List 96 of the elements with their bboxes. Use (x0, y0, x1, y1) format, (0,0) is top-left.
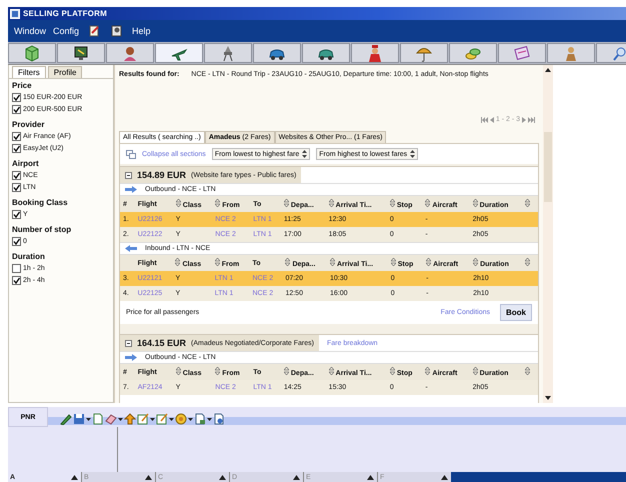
right-arrow-icon (125, 186, 137, 193)
sort-icon[interactable] (524, 258, 530, 266)
note-icon[interactable] (156, 413, 168, 425)
scroll-up-icon[interactable] (545, 68, 551, 72)
spinner-icon (302, 150, 308, 158)
coin-icon[interactable] (175, 413, 187, 425)
sort-icon[interactable] (176, 367, 181, 375)
next-page-icon[interactable] (522, 116, 526, 122)
up-arrow-icon[interactable] (71, 474, 78, 480)
sort-icon[interactable] (175, 258, 180, 266)
sort-icon[interactable] (176, 199, 181, 207)
note-icon[interactable] (137, 413, 149, 425)
sort-icon[interactable] (214, 258, 220, 266)
sort-icon[interactable] (425, 199, 430, 207)
toolbar-button[interactable] (57, 43, 105, 63)
caret-icon[interactable] (118, 418, 123, 420)
sort-icon[interactable] (473, 258, 478, 266)
up-arrow-icon[interactable] (219, 474, 226, 480)
sort-icon[interactable] (426, 258, 432, 266)
previous-page-icon[interactable] (490, 116, 494, 122)
sort-icon[interactable] (472, 367, 478, 375)
check-icon (13, 211, 20, 218)
checkbox[interactable] (12, 93, 21, 102)
spinner-icon (410, 150, 416, 158)
up-arrow-icon[interactable] (145, 474, 152, 480)
first-page-icon[interactable] (480, 116, 488, 122)
checkbox[interactable] (12, 276, 21, 285)
sort-icon[interactable] (215, 367, 220, 375)
sort-icon[interactable] (330, 258, 335, 266)
scrollbar[interactable] (543, 65, 553, 403)
caret-icon[interactable] (169, 418, 174, 420)
document-icon[interactable] (213, 413, 225, 425)
checkbox[interactable] (12, 171, 21, 180)
check-icon (13, 238, 20, 245)
sort-icon[interactable] (284, 199, 289, 207)
notepad-icon[interactable] (88, 25, 100, 37)
check-icon (13, 277, 20, 284)
up-arrow-icon[interactable] (367, 474, 374, 480)
caret-icon[interactable] (188, 418, 193, 420)
checkbox[interactable] (12, 132, 21, 141)
filter-heading: Duration (12, 252, 46, 261)
caret-icon[interactable] (207, 418, 212, 420)
left-arrow-icon (125, 245, 137, 252)
sort-icon[interactable] (215, 199, 220, 207)
panel-tab[interactable]: Filters (12, 66, 46, 78)
eraser-icon[interactable] (105, 413, 117, 425)
sort-icon[interactable] (328, 367, 334, 375)
document-icon[interactable] (92, 413, 104, 425)
pen-icon[interactable] (60, 413, 72, 425)
app-icon (10, 8, 20, 18)
collapse-icon[interactable] (125, 172, 132, 178)
right-arrow-icon (125, 354, 137, 361)
checkbox[interactable] (12, 264, 21, 273)
sort-icon[interactable] (328, 199, 334, 207)
sort-icon[interactable] (285, 258, 290, 266)
book-button[interactable]: Book (500, 304, 532, 321)
sort-icon[interactable] (425, 367, 430, 375)
filter-heading: Booking Class (12, 198, 69, 207)
window-title: SELLING PLATFORM (23, 9, 107, 18)
up-arrow-icon[interactable] (441, 474, 448, 480)
sort-icon[interactable] (390, 258, 396, 266)
menu-item[interactable]: Help (132, 26, 151, 36)
filter-heading: Airport (12, 159, 40, 168)
sort-icon[interactable] (524, 199, 530, 207)
filter-heading: Number of stop (12, 225, 72, 234)
caret-icon[interactable] (86, 418, 91, 420)
toolbar-button[interactable] (155, 43, 203, 63)
menu-item[interactable]: Config (53, 26, 80, 36)
document-icon[interactable] (194, 413, 206, 425)
scrollbar-thumb[interactable] (544, 132, 552, 202)
toolbar-button[interactable] (498, 43, 546, 63)
filter-heading: Price (12, 81, 33, 90)
caret-icon[interactable] (150, 418, 155, 420)
fare-price: 164.15 EUR (137, 338, 186, 348)
sort-icon[interactable] (472, 199, 478, 207)
sort-icon[interactable] (524, 367, 530, 375)
checkbox[interactable] (12, 105, 21, 114)
panel-tab[interactable]: Profile (48, 66, 82, 78)
save-icon[interactable] (73, 413, 85, 425)
sort-icon[interactable] (390, 367, 395, 375)
sort-icon[interactable] (390, 199, 395, 207)
menu-item[interactable]: Window (14, 26, 46, 36)
toolbar-button[interactable] (253, 43, 301, 63)
collapse-icon[interactable] (125, 340, 132, 346)
checkbox[interactable] (12, 210, 21, 219)
document-icon[interactable] (111, 25, 124, 37)
checkbox[interactable] (12, 144, 21, 153)
filter-heading: Provider (12, 120, 46, 129)
sort-icon[interactable] (284, 367, 289, 375)
up-arrow-icon[interactable] (293, 474, 300, 480)
last-page-icon[interactable] (528, 116, 535, 122)
checkbox[interactable] (12, 183, 21, 192)
checkbox[interactable] (12, 237, 21, 246)
toolbar-button[interactable] (302, 43, 350, 63)
scroll-down-icon[interactable] (545, 396, 551, 400)
fare-price: 154.89 EUR (137, 170, 186, 180)
